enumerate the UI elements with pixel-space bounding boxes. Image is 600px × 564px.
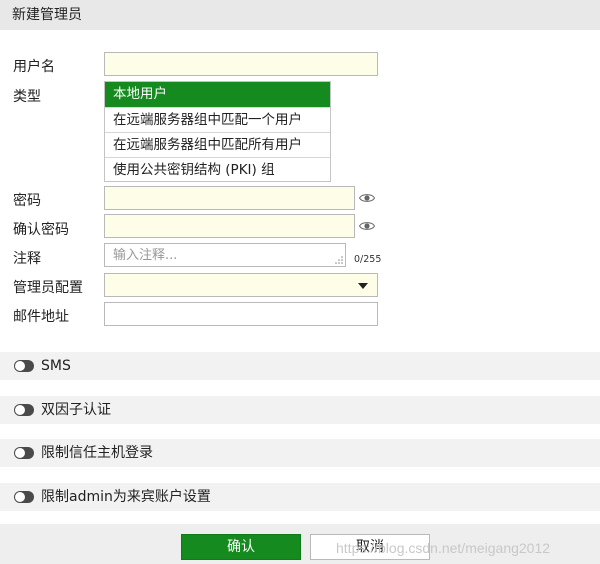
type-label: 类型 [13,89,41,105]
section-sms-label: SMS [41,358,71,374]
confirm-password-input[interactable] [104,214,355,238]
section-trusted-hosts[interactable]: 限制信任主机登录 [0,439,600,467]
password-label: 密码 [13,193,41,209]
sms-toggle[interactable] [14,360,34,372]
username-label: 用户名 [13,59,55,75]
confirm-password-label: 确认密码 [13,222,69,238]
ok-button[interactable]: 确认 [181,534,301,560]
password-input[interactable] [104,186,355,210]
section-guest-account-label: 限制admin为来宾账户设置 [41,489,211,505]
eye-icon[interactable] [359,192,375,204]
toggle-knob [15,448,25,458]
guest-account-toggle[interactable] [14,491,34,503]
username-input[interactable] [104,52,378,76]
comment-label: 注释 [13,251,41,267]
section-two-factor[interactable]: 双因子认证 [0,396,600,424]
toggle-knob [15,492,25,502]
email-label: 邮件地址 [13,309,69,325]
two-factor-toggle[interactable] [14,404,34,416]
admin-profile-label: 管理员配置 [13,280,83,296]
resize-grip-icon[interactable] [335,256,343,264]
type-option-match-one-remote[interactable]: 在远端服务器组中匹配一个用户 [105,107,330,132]
section-trusted-hosts-label: 限制信任主机登录 [41,445,153,461]
section-guest-account[interactable]: 限制admin为来宾账户设置 [0,483,600,511]
type-option-match-all-remote[interactable]: 在远端服务器组中匹配所有用户 [105,132,330,157]
toggle-knob [15,405,25,415]
cancel-button[interactable]: 取消 [310,534,430,560]
toggle-knob [15,361,25,371]
type-option-local-user[interactable]: 本地用户 [105,82,330,107]
email-input[interactable] [104,302,378,326]
eye-icon[interactable] [359,220,375,232]
dialog-footer: 确认 取消 https://blog.csdn.net/meigang2012 [0,524,600,564]
type-listbox[interactable]: 本地用户 在远端服务器组中匹配一个用户 在远端服务器组中匹配所有用户 使用公共密… [104,81,331,182]
admin-profile-select[interactable] [104,273,378,297]
dialog-title: 新建管理员 [12,7,82,23]
caret-down-icon [358,283,368,289]
comment-counter: 0/255 [354,254,382,265]
comment-textarea[interactable]: 输入注释... [104,243,346,267]
dialog-header: 新建管理员 [0,0,600,30]
comment-placeholder: 输入注释... [113,248,178,263]
section-two-factor-label: 双因子认证 [41,402,111,418]
section-sms[interactable]: SMS [0,352,600,380]
trusted-hosts-toggle[interactable] [14,447,34,459]
type-option-pki-group[interactable]: 使用公共密钥结构 (PKI) 组 [105,157,330,182]
